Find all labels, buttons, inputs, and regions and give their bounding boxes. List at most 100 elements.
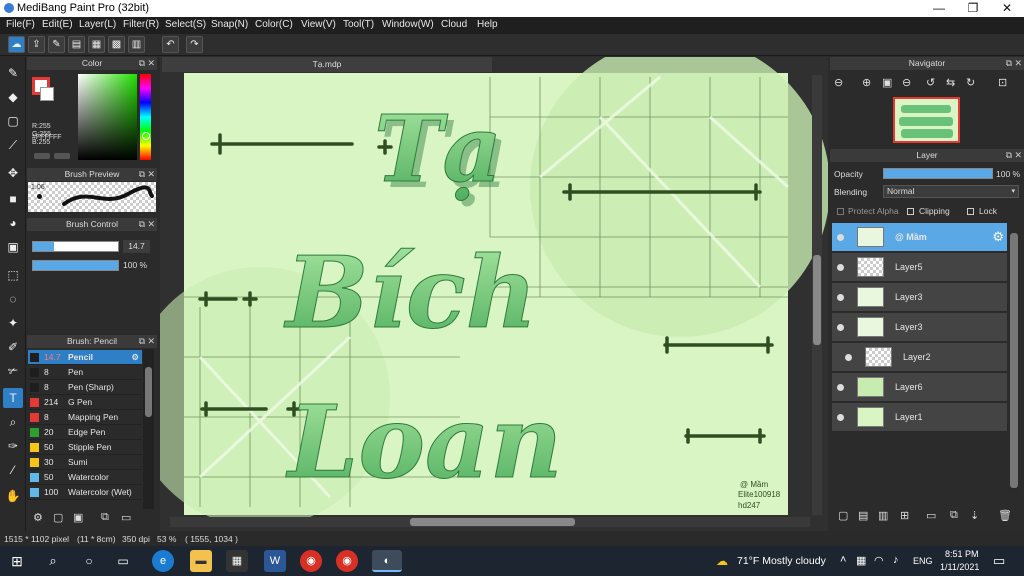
layer-opacity-slider[interactable] [883,168,993,179]
brush-settings-icon[interactable]: ⚙ [131,350,139,365]
hand-tool-icon[interactable]: ✋ [3,486,23,506]
cloud-icon[interactable]: ☁ [8,36,25,53]
brush-list-item[interactable]: 30 Sumi [28,455,142,470]
scrollbar-thumb[interactable] [410,518,575,526]
new-brush-icon[interactable]: ▢ [53,511,63,524]
menu-cloud[interactable]: Cloud [441,19,467,30]
menu-tool[interactable]: Tool(T) [343,19,374,30]
visibility-eye-icon[interactable] [845,354,852,361]
merge-layer-icon[interactable]: ⇣ [970,509,979,522]
lock-checkbox[interactable] [967,208,974,215]
menu-filter[interactable]: Filter(R) [123,19,159,30]
new-layer-icon[interactable]: ▢ [838,509,848,522]
hue-handle[interactable] [142,132,150,140]
bucket-tool-icon[interactable]: ◕ [3,213,23,233]
volume-icon[interactable]: ♪ [893,554,899,566]
layer-settings-icon[interactable]: ⚙ [992,229,1004,245]
notification-icon[interactable]: ▭ [993,553,1005,569]
menu-snap[interactable]: Snap(N) [211,19,248,30]
brush-size-value[interactable]: 14.7 [123,240,150,253]
scrollbar-thumb[interactable] [145,367,152,417]
clipping-checkbox[interactable] [907,208,914,215]
layer-row[interactable]: Layer5 [832,253,1007,282]
language-indicator[interactable]: ENG [913,556,933,566]
layer-row[interactable]: Layer3 [832,313,1007,342]
hue-slider[interactable] [140,74,151,160]
grid-icon[interactable]: ▩ [108,36,125,53]
undock-icon[interactable]: ⧉ [139,57,145,70]
brush-list-item[interactable]: 50 Stipple Pen [28,440,142,455]
wifi-icon[interactable]: ◠ [874,554,884,567]
select-tool-icon[interactable]: ⬚ [3,265,23,285]
menu-color[interactable]: Color(C) [255,19,293,30]
brush-list-item[interactable]: 20 Edge Pen [28,425,142,440]
smudge-tool-icon[interactable]: ⁄ [3,460,23,480]
close-button[interactable]: ✕ [990,0,1024,17]
layer-folder-icon[interactable]: ▭ [926,509,936,522]
clock-date[interactable]: 1/11/2021 [940,562,979,572]
undock-icon[interactable]: ⧉ [139,335,145,348]
navigator-thumbnail[interactable] [893,97,960,143]
rotate-left-icon[interactable]: ↺ [926,76,935,89]
close-panel-icon[interactable]: ✕ [147,57,155,70]
zoom-in-icon[interactable]: ⊕ [862,76,871,89]
menu-edit[interactable]: Edit(E) [42,19,73,30]
brush-list-item[interactable]: 8 Mapping Pen [28,410,142,425]
menu-select[interactable]: Select(S) [165,19,206,30]
layer-row[interactable]: Layer2 [832,343,1007,372]
layer-row[interactable]: Layer3 [832,283,1007,312]
menu-layer[interactable]: Layer(L) [79,19,116,30]
protect-alpha-checkbox[interactable] [837,208,844,215]
brush-list-item[interactable]: 8 Pen (Sharp) [28,380,142,395]
cortana-icon[interactable]: ○ [78,550,100,572]
menu-file[interactable]: File(F) [6,19,35,30]
zoom-reset-icon[interactable]: ⊖ [902,76,911,89]
brush-list-item[interactable]: 14.7 Pencil ⚙ [28,350,142,365]
menu-help[interactable]: Help [477,19,498,30]
folder-icon[interactable]: ▭ [121,511,131,524]
close-panel-icon[interactable]: ✕ [1014,57,1022,70]
brush-opacity-slider[interactable] [32,260,119,271]
visibility-eye-icon[interactable] [837,414,844,421]
scrollbar-thumb[interactable] [813,255,821,345]
visibility-eye-icon[interactable] [837,384,844,391]
line-tool-icon[interactable]: ⟋ [3,135,23,155]
visibility-eye-icon[interactable] [837,324,844,331]
move-tool-icon[interactable]: ✥ [3,163,23,183]
shape-tool-icon[interactable]: ▢ [3,111,23,131]
task-view-icon[interactable]: ▭ [112,550,134,572]
eraser-tool-icon[interactable]: ◆ [3,87,23,107]
gradient-tool-icon[interactable]: ▣ [3,237,23,257]
delete-layer-icon[interactable]: 🗑 [998,509,1012,522]
layer-row[interactable]: @ Mầm ⚙ [832,223,1007,252]
brush-list-scrollbar[interactable] [143,349,154,509]
undock-icon[interactable]: ⧉ [139,218,145,231]
fit-window-icon[interactable]: ▣ [882,76,892,89]
chat-icon[interactable]: ▤ [68,36,85,53]
blending-select[interactable]: Normal ▾ [883,185,1019,198]
visibility-eye-icon[interactable] [837,294,844,301]
tiles-icon[interactable]: ▥ [128,36,145,53]
upload-icon[interactable]: ⇪ [28,36,45,53]
close-panel-icon[interactable]: ✕ [1014,149,1022,162]
comment-icon[interactable]: ✎ [48,36,65,53]
undock-icon[interactable]: ⧉ [1006,149,1012,162]
secondary-color-swatch[interactable] [40,87,54,101]
close-panel-icon[interactable]: ✕ [147,168,155,181]
new-halftone-layer-icon[interactable]: ▤ [858,509,868,522]
clock-time[interactable]: 8:51 PM [945,549,979,559]
lasso-tool-icon[interactable]: ◌ [3,289,23,309]
select-pen-icon[interactable]: ✐ [3,337,23,357]
file-explorer-icon[interactable]: ▬ [190,550,212,572]
zoom-out-icon[interactable]: ⊖ [834,76,843,89]
duplicate-layer-icon[interactable]: ⧉ [950,509,958,522]
brush-list-item[interactable]: 100 Watercolor (Wet) [28,485,142,500]
brush-size-slider[interactable] [32,241,119,252]
network-icon[interactable]: ▦ [856,554,866,567]
close-panel-icon[interactable]: ✕ [147,335,155,348]
copy-brush-icon[interactable]: ⧉ [101,511,109,524]
color-swap-button[interactable] [54,153,70,159]
artwork-canvas[interactable]: Tạ Tạ Bích Loan @ Mầm Elite100918 hd247 [160,57,828,531]
add-layer-menu-icon[interactable]: ⊞ [900,509,909,522]
color-mode-button[interactable] [34,153,50,159]
